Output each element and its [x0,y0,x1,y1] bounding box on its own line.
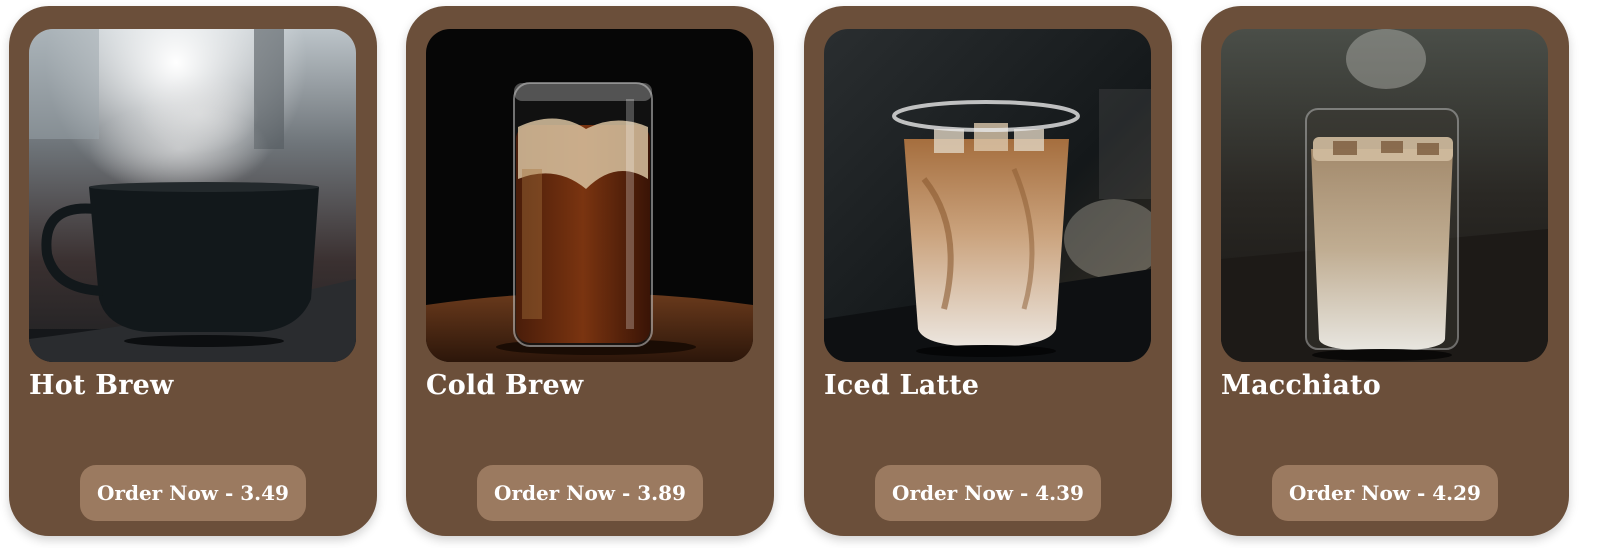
order-now-button[interactable]: Order Now - 4.39 [875,465,1101,521]
order-now-button[interactable]: Order Now - 3.89 [477,465,703,521]
cold-brew-image [426,29,753,362]
product-card-hot-brew: Hot Brew Order Now - 3.49 [9,6,377,536]
product-title: Macchiato [1221,370,1381,401]
order-button-price: 3.49 [240,481,289,505]
product-card-cold-brew: Cold Brew Order Now - 3.89 [406,6,774,536]
product-title: Hot Brew [29,370,174,401]
iced-latte-image [824,29,1151,362]
product-card-iced-latte: Iced Latte Order Now - 4.39 [804,6,1172,536]
product-title: Iced Latte [824,370,980,401]
order-button-prefix: Order Now - [1289,481,1433,505]
order-button-prefix: Order Now - [892,481,1036,505]
product-title: Cold Brew [426,370,584,401]
hot-brew-image [29,29,356,362]
order-button-prefix: Order Now - [494,481,638,505]
order-now-button[interactable]: Order Now - 4.29 [1272,465,1498,521]
macchiato-image [1221,29,1548,362]
product-card-macchiato: Macchiato Order Now - 4.29 [1201,6,1569,536]
order-button-prefix: Order Now - [97,481,241,505]
order-button-price: 4.29 [1432,481,1481,505]
order-now-button[interactable]: Order Now - 3.49 [80,465,306,521]
order-button-price: 4.39 [1035,481,1084,505]
order-button-price: 3.89 [637,481,686,505]
